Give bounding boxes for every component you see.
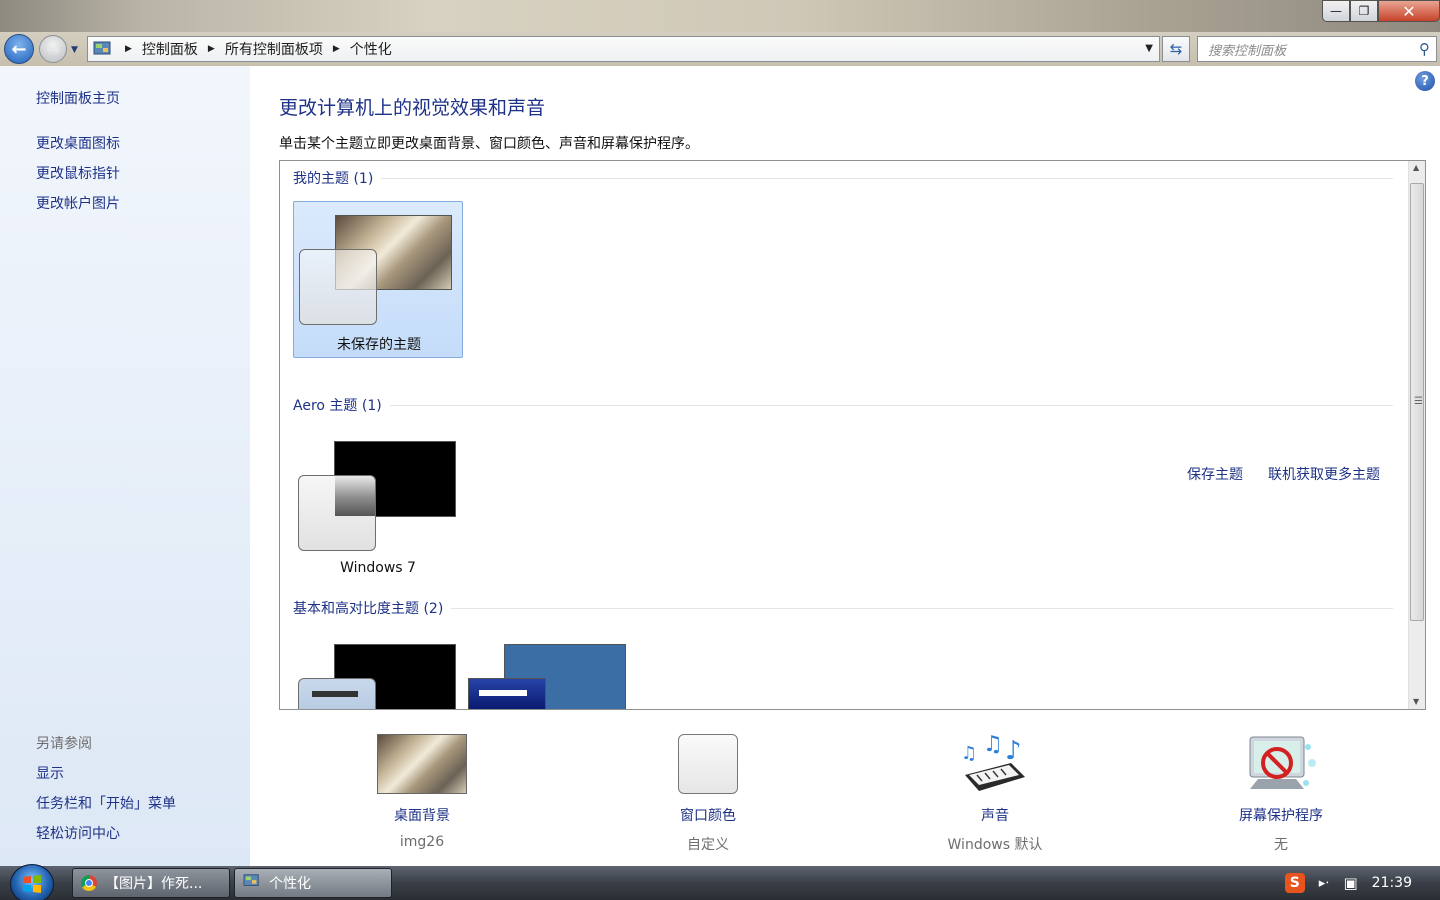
forward-button[interactable]: → [39, 35, 67, 63]
breadcrumb-control-panel[interactable]: 控制面板 [142, 39, 198, 59]
theme-windows-7-label: Windows 7 [340, 560, 416, 576]
window-color-value: 自定义 [687, 837, 729, 853]
desktop-background-label[interactable]: 桌面背景 [322, 805, 522, 825]
sidebar-item-account-picture[interactable]: 更改帐户图片 [36, 193, 120, 213]
theme-unsaved-label: 未保存的主题 [337, 337, 421, 353]
taskbar: 【图片】作死... 个性化 S ▸⋅ ▣ 21:39 [0, 864, 1440, 900]
breadcrumb-all-items[interactable]: 所有控制面板项 [225, 39, 323, 59]
breadcrumb-separator-icon[interactable]: ▶ [208, 44, 215, 54]
close-button[interactable]: ✕ [1378, 0, 1440, 22]
maximize-button[interactable]: ❐ [1350, 0, 1378, 22]
minimize-button[interactable]: — [1322, 0, 1350, 22]
control-panel-icon [243, 873, 261, 893]
sidebar-item-display[interactable]: 显示 [36, 763, 64, 783]
window-controls: — ❐ ✕ [1322, 0, 1440, 22]
window-color-setting[interactable]: 窗口颜色 自定义 [608, 733, 808, 854]
windows-logo-icon [23, 875, 41, 893]
volume-icon[interactable]: ▸⋅ [1319, 876, 1330, 891]
desktop-background-icon [322, 733, 522, 795]
sidebar-item-desktop-icons[interactable]: 更改桌面图标 [36, 133, 120, 153]
sounds-icon: ♫ ♫ ♪ [895, 733, 1095, 795]
page-subtitle: 单击某个主题立即更改桌面背景、窗口颜色、声音和屏幕保护程序。 [279, 136, 699, 152]
group-aero-themes: Aero 主题 (1) [293, 395, 1393, 415]
control-panel-icon [91, 39, 115, 59]
sounds-value: Windows 默认 [947, 837, 1043, 853]
back-button[interactable]: ← [4, 34, 34, 64]
search-icon[interactable]: ⚲ [1419, 40, 1430, 58]
window-color-thumbnail [298, 678, 376, 709]
svg-text:♪: ♪ [1005, 736, 1022, 766]
sounds-label[interactable]: 声音 [895, 805, 1095, 825]
taskbar-button-personalization[interactable]: 个性化 [234, 868, 392, 898]
help-icon[interactable]: ? [1415, 71, 1435, 91]
screen-saver-setting[interactable]: 屏幕保护程序 无 [1181, 733, 1381, 854]
theme-windows-basic[interactable] [293, 631, 463, 709]
sidebar-item-taskbar-start[interactable]: 任务栏和「开始」菜单 [36, 793, 176, 813]
search-placeholder: 搜索控制面板 [1208, 43, 1287, 59]
get-more-themes-link[interactable]: 联机获取更多主题 [1268, 464, 1380, 484]
screen-saver-value: 无 [1274, 837, 1288, 853]
screen-saver-label[interactable]: 屏幕保护程序 [1181, 805, 1381, 825]
group-aero-themes-title: Aero 主题 (1) [293, 398, 382, 414]
taskbar-button-personalization-label: 个性化 [269, 876, 311, 892]
scroll-up-icon[interactable]: ▲ [1413, 163, 1419, 172]
taskbar-button-browser[interactable]: 【图片】作死... [72, 868, 230, 898]
network-icon[interactable]: ▣ [1343, 874, 1357, 892]
history-dropdown-icon[interactable]: ▼ [71, 45, 78, 55]
window-color-label[interactable]: 窗口颜色 [608, 805, 808, 825]
navigation-bar: ← → ▼ ▶ 控制面板 ▶ 所有控制面板项 ▶ 个性化 ▼ ⇆ 搜索控制面板 … [0, 32, 1440, 66]
window-color-icon [608, 733, 808, 795]
theme-actions: 保存主题 联机获取更多主题 [1187, 464, 1380, 484]
scroll-down-icon[interactable]: ▼ [1413, 697, 1419, 706]
desktop-background-setting[interactable]: 桌面背景 img26 [322, 733, 522, 850]
group-basic-themes: 基本和高对比度主题 (2) [293, 598, 1393, 618]
refresh-button[interactable]: ⇆ [1162, 36, 1190, 62]
group-my-themes: 我的主题 (1) [293, 168, 1393, 188]
address-bar[interactable]: ▶ 控制面板 ▶ 所有控制面板项 ▶ 个性化 ▼ [87, 36, 1160, 62]
theme-windows-7[interactable]: Windows 7 [293, 428, 463, 585]
breadcrumb-separator-icon: ▶ [125, 44, 132, 54]
main-content: ? 更改计算机上的视觉效果和声音 单击某个主题立即更改桌面背景、窗口颜色、声音和… [250, 66, 1440, 866]
chrome-icon [81, 875, 97, 891]
sidebar-item-ease-of-access[interactable]: 轻松访问中心 [36, 823, 120, 843]
save-theme-link[interactable]: 保存主题 [1187, 464, 1243, 484]
sidebar: 控制面板主页 更改桌面图标 更改鼠标指针 更改帐户图片 另请参阅 显示 任务栏和… [0, 66, 250, 866]
page-title: 更改计算机上的视觉效果和声音 [279, 97, 546, 119]
breadcrumb-separator-icon[interactable]: ▶ [333, 44, 340, 54]
breadcrumb-personalization[interactable]: 个性化 [350, 39, 392, 59]
theme-list: 我的主题 (1) 未保存的主题 保存主题 联机获取更多主题 Aero 主题 (1… [279, 160, 1426, 710]
address-dropdown-icon[interactable]: ▼ [1145, 43, 1153, 54]
window-color-thumbnail [298, 475, 376, 551]
search-input[interactable]: 搜索控制面板 ⚲ [1197, 36, 1437, 62]
grip-icon: ☰ [1414, 396, 1423, 407]
sidebar-item-control-panel-home[interactable]: 控制面板主页 [36, 88, 120, 108]
window-color-thumbnail [468, 678, 546, 709]
start-button[interactable] [10, 864, 54, 900]
window-title-bar: — ❐ ✕ [0, 0, 1440, 32]
see-also-heading: 另请参阅 [36, 736, 92, 752]
taskbar-button-browser-label: 【图片】作死... [105, 876, 203, 892]
sogou-input-icon[interactable]: S [1284, 873, 1305, 893]
scroll-thumb[interactable]: ☰ [1410, 183, 1424, 621]
group-my-themes-title: 我的主题 (1) [293, 171, 374, 187]
theme-list-scrollbar[interactable]: ▲ ☰ ▼ [1408, 161, 1425, 709]
theme-unsaved[interactable]: 未保存的主题 [293, 201, 463, 358]
svg-text:♫: ♫ [961, 743, 977, 764]
clock[interactable]: 21:39 [1372, 875, 1412, 891]
theme-high-contrast[interactable] [463, 631, 633, 709]
sounds-setting[interactable]: ♫ ♫ ♪ 声音 Windows 默认 [895, 733, 1095, 854]
window-color-thumbnail [299, 249, 377, 325]
svg-text:♫: ♫ [983, 733, 1003, 757]
group-basic-themes-title: 基本和高对比度主题 (2) [293, 601, 444, 617]
sidebar-item-mouse-pointers[interactable]: 更改鼠标指针 [36, 163, 120, 183]
system-tray: S ▸⋅ ▣ 21:39 [1284, 866, 1440, 900]
desktop-background-value: img26 [399, 834, 445, 850]
screen-saver-icon [1181, 733, 1381, 795]
